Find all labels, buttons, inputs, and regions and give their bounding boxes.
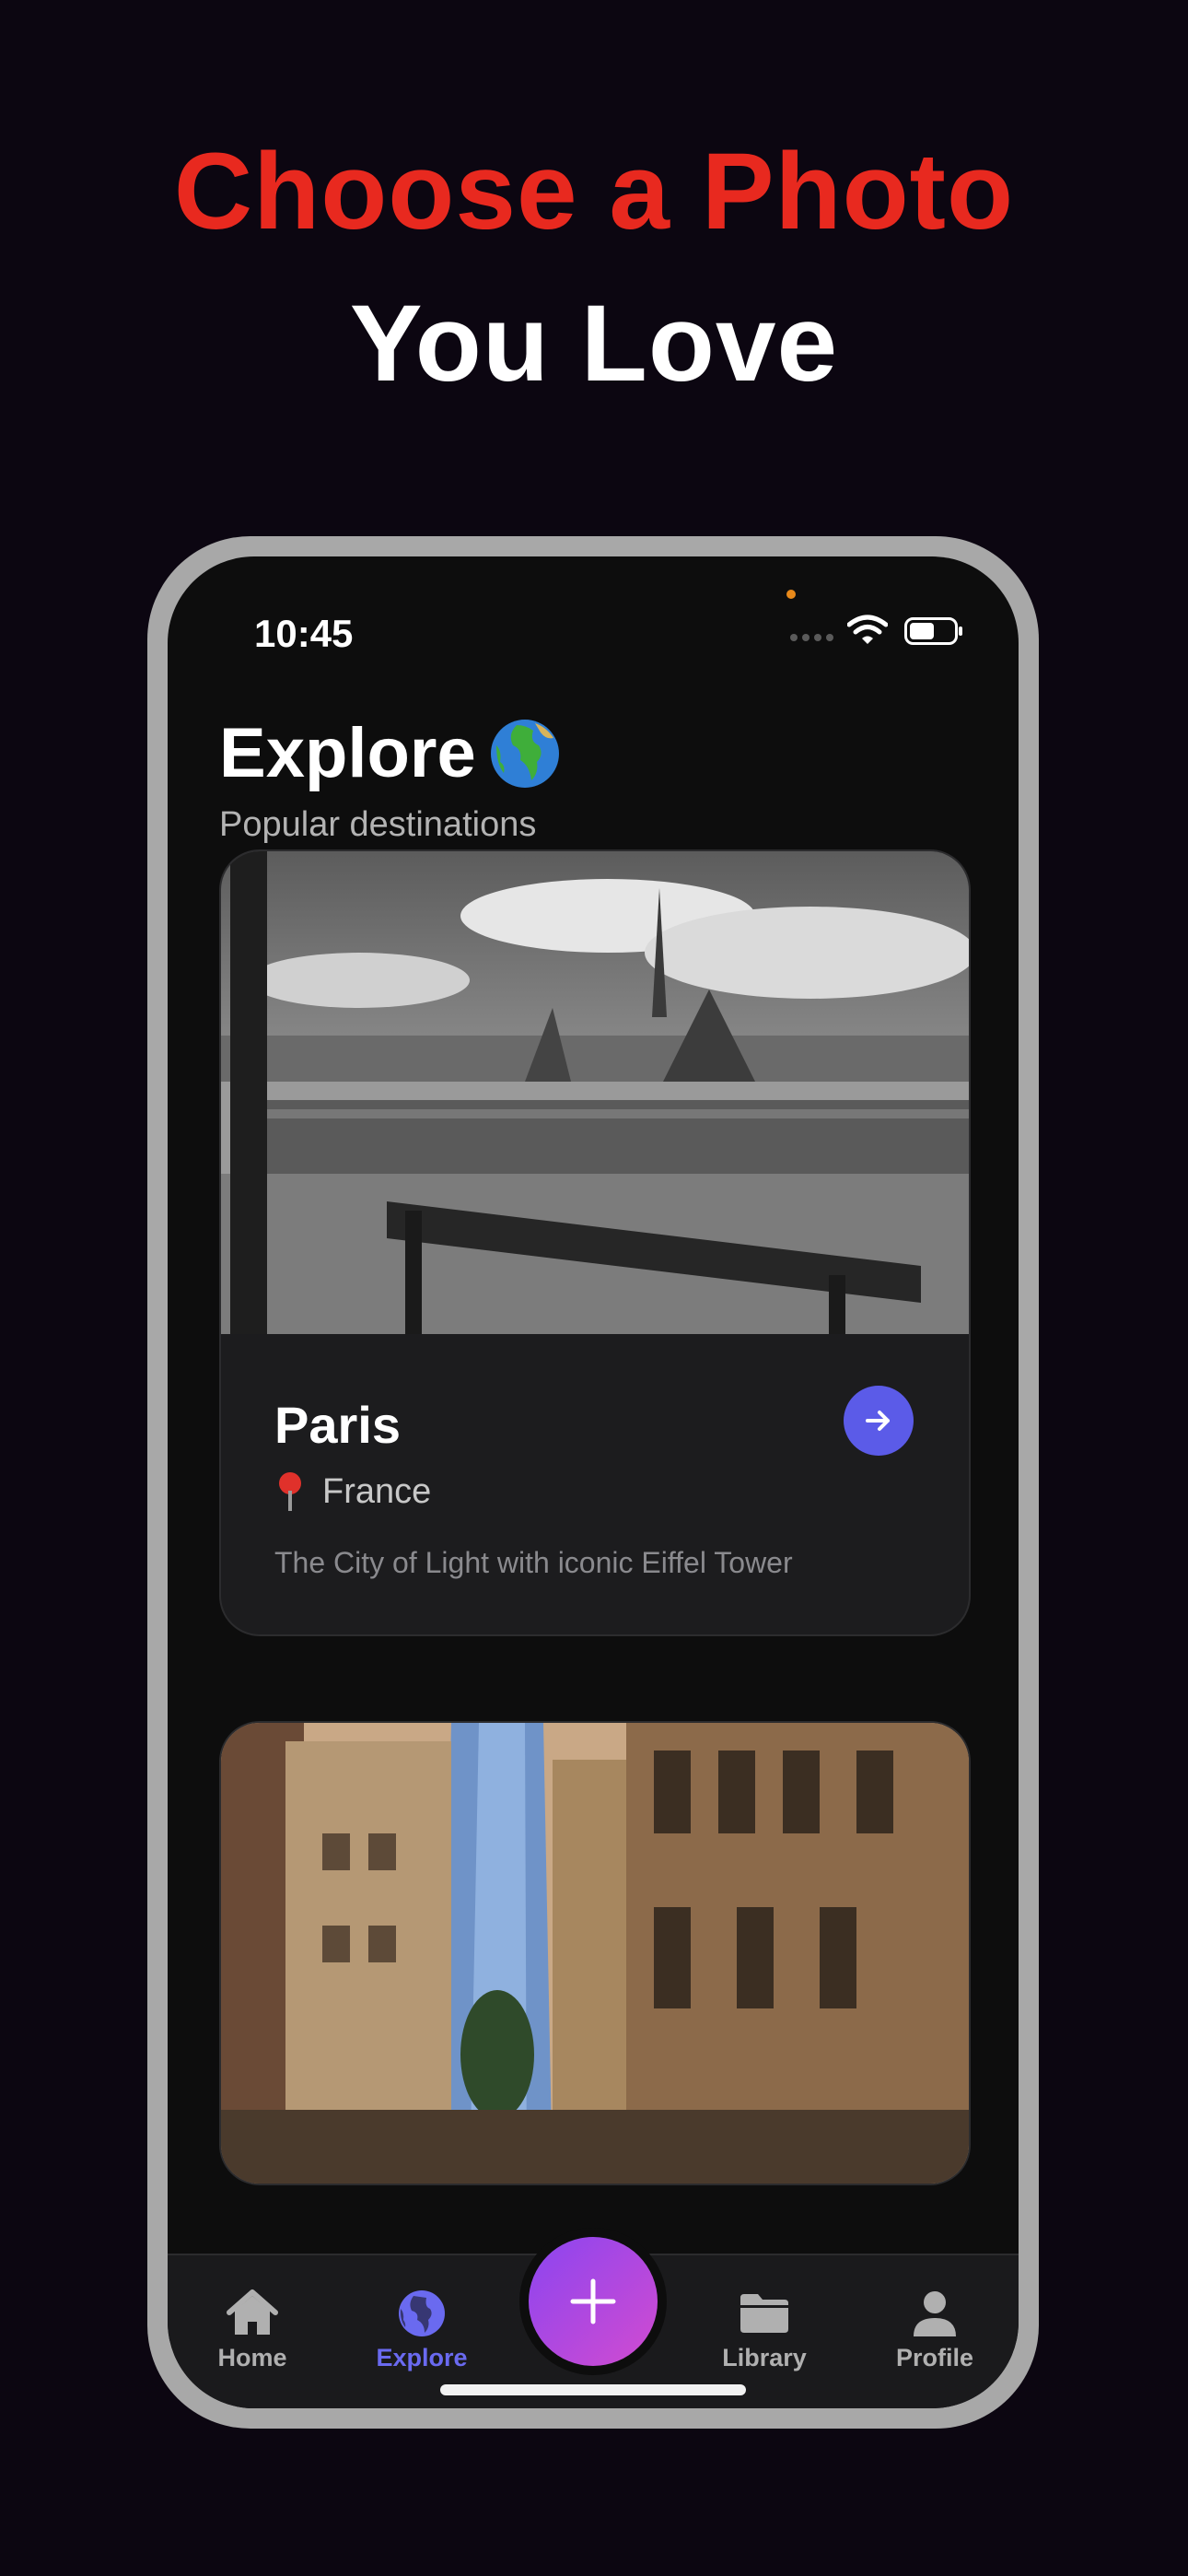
screen-title: Explore <box>219 714 476 792</box>
map-pin-icon <box>279 1472 301 1511</box>
wifi-icon <box>847 615 888 644</box>
open-destination-button[interactable] <box>844 1386 914 1456</box>
tab-home-label: Home <box>217 2344 287 2371</box>
home-indicator <box>440 2384 746 2395</box>
tab-explore-label: Explore <box>376 2344 468 2371</box>
paris-photo <box>221 851 969 1334</box>
globe-emoji-icon <box>490 719 559 788</box>
person-icon <box>914 2291 956 2336</box>
battery-icon <box>904 617 962 645</box>
phone-screen: 10:45 Explore Popular destinations Paris… <box>168 556 1019 2408</box>
screen-title-row: Explore <box>219 713 561 793</box>
status-time: 10:45 <box>254 612 354 655</box>
tab-explore[interactable]: Explore <box>357 2289 486 2372</box>
tab-home[interactable]: Home <box>188 2289 317 2372</box>
tab-profile[interactable]: Profile <box>870 2289 999 2372</box>
arrow-right-icon <box>866 1411 890 1431</box>
screen-subtitle: Popular destinations <box>219 805 537 844</box>
card-title: Paris <box>274 1396 401 1454</box>
headline-line-2: You Love <box>349 283 839 404</box>
card-description: The City of Light with iconic Eiffel Tow… <box>274 1546 793 1579</box>
globe-icon <box>399 2290 445 2336</box>
cellular-signal-icon <box>790 634 833 641</box>
tab-profile-label: Profile <box>895 2344 974 2371</box>
london-street-photo <box>221 1723 969 2184</box>
phone-frame: 10:45 Explore Popular destinations Paris… <box>147 536 1039 2429</box>
house-icon <box>227 2289 278 2335</box>
camera-indicator-dot <box>786 590 796 599</box>
card-location: France <box>274 1470 431 1513</box>
add-button[interactable] <box>529 2237 658 2366</box>
destination-card-paris[interactable]: Paris France The City of Light with icon… <box>219 849 971 1636</box>
tab-library[interactable]: Library <box>700 2289 829 2372</box>
headline-line-1: Choose a Photo <box>173 131 1015 252</box>
card-country: France <box>322 1471 432 1511</box>
tab-library-label: Library <box>722 2344 807 2371</box>
destination-card-london[interactable] <box>219 1721 971 2185</box>
folder-icon <box>740 2294 788 2333</box>
plus-icon <box>570 2278 616 2324</box>
